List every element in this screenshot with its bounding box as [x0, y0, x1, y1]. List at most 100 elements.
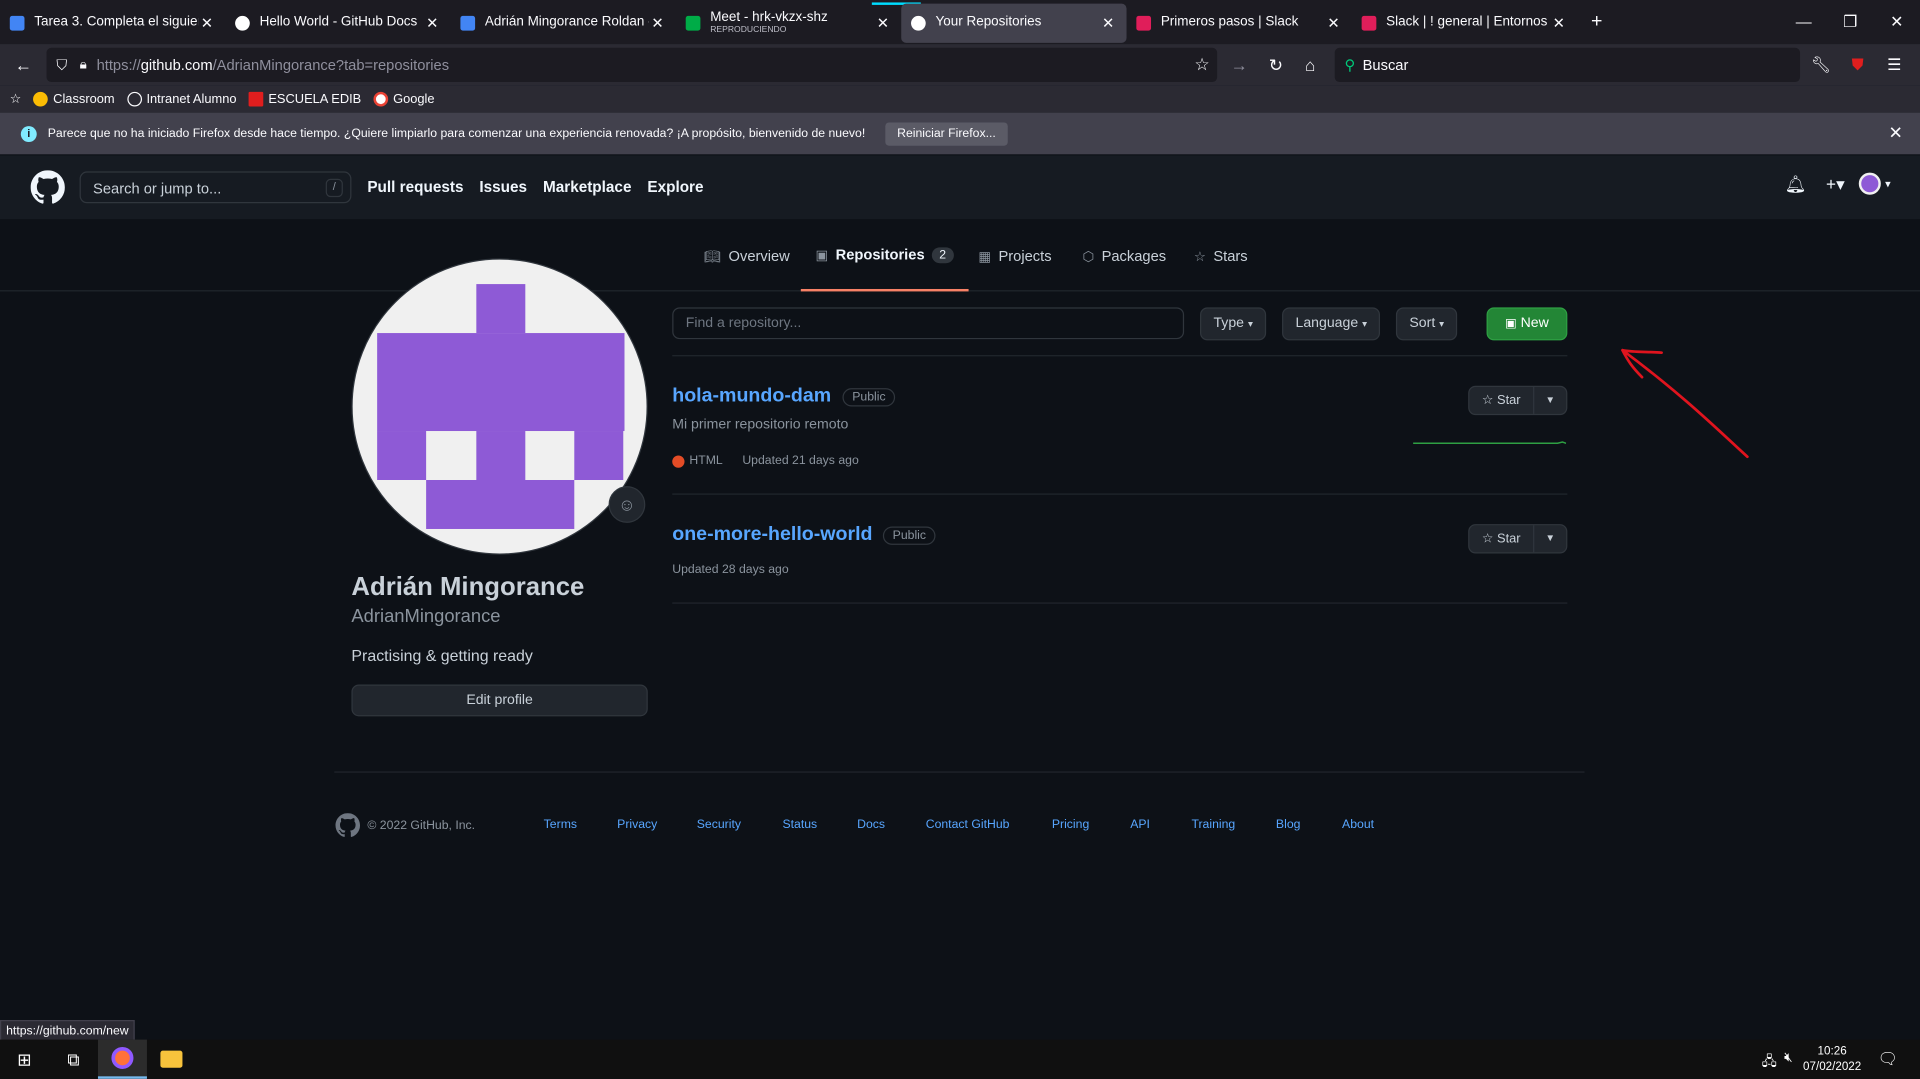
- new-repository-button[interactable]: ▣ New: [1486, 307, 1568, 341]
- footer-link-docs[interactable]: Docs: [857, 818, 885, 831]
- tab-repositories[interactable]: ▣ Repositories 2: [800, 220, 969, 292]
- browser-tab[interactable]: Slack | ! general | Entornos de de ✕: [1352, 3, 1577, 42]
- nav-explore[interactable]: Explore: [647, 179, 703, 196]
- github-logo-icon[interactable]: [30, 170, 65, 204]
- browser-tab-active[interactable]: Your Repositories ✕: [901, 3, 1127, 43]
- repo-language: HTML: [689, 454, 723, 468]
- clock[interactable]: 10:26 07/02/2022: [1803, 1043, 1861, 1075]
- windows-start-icon[interactable]: ⊞: [0, 1040, 49, 1079]
- nav-issues[interactable]: Issues: [479, 179, 527, 196]
- repo-updated: Updated 21 days ago: [742, 454, 859, 468]
- footer-link-blog[interactable]: Blog: [1276, 818, 1301, 831]
- tab-label: Stars: [1213, 247, 1248, 265]
- window-controls: — ❐ ✕: [1780, 0, 1920, 44]
- tab-stars[interactable]: ☆ Stars: [1194, 220, 1248, 291]
- address-bar[interactable]: ⛉ 🔒︎ https://github.com/AdrianMingorance…: [46, 47, 1218, 83]
- close-tab-icon[interactable]: ✕: [1100, 14, 1117, 31]
- footer-link-pricing[interactable]: Pricing: [1052, 818, 1089, 831]
- file-explorer-icon[interactable]: [147, 1040, 196, 1079]
- sort-filter-button[interactable]: Sort ▾: [1395, 307, 1458, 341]
- footer-link-training[interactable]: Training: [1191, 818, 1235, 831]
- bookmark-item[interactable]: ESCUELA EDIB: [248, 91, 361, 107]
- forward-icon[interactable]: →: [1222, 55, 1256, 75]
- bell-icon[interactable]: 🔔︎: [1785, 173, 1807, 194]
- type-filter-button[interactable]: Type ▾: [1200, 307, 1267, 341]
- nav-pull-requests[interactable]: Pull requests: [367, 179, 463, 196]
- info-icon: i: [20, 125, 37, 142]
- menu-icon[interactable]: ☰: [1876, 55, 1913, 75]
- volume-muted-icon[interactable]: 🔇︎: [1784, 1051, 1792, 1074]
- refresh-firefox-button[interactable]: Reiniciar Firefox...: [884, 121, 1009, 146]
- star-list-dropdown-icon[interactable]: ▼: [1534, 525, 1566, 552]
- home-icon[interactable]: ⌂: [1293, 55, 1327, 75]
- tab-overview[interactable]: 📖︎ Overview: [704, 220, 790, 291]
- restore-icon[interactable]: ❐: [1827, 0, 1874, 44]
- bookmark-item[interactable]: Intranet Alumno: [126, 91, 237, 107]
- smiley-icon[interactable]: ☺: [608, 486, 646, 523]
- avatar-menu[interactable]: ▾: [1859, 172, 1891, 195]
- lock-icon[interactable]: 🔒︎: [80, 57, 87, 73]
- url-text[interactable]: https://github.com/AdrianMingorance?tab=…: [97, 56, 449, 73]
- close-tab-icon[interactable]: ✕: [424, 14, 441, 31]
- star-label[interactable]: ☆ Star: [1469, 386, 1535, 414]
- close-tab-icon[interactable]: ✕: [1550, 14, 1567, 31]
- find-repository-input[interactable]: Find a repository...: [672, 307, 1185, 340]
- plus-dropdown-icon[interactable]: +▾: [1826, 173, 1845, 194]
- edit-profile-button[interactable]: Edit profile: [351, 684, 648, 717]
- action-center-icon[interactable]: 🗨︎: [1878, 1049, 1898, 1069]
- browser-tab[interactable]: Hello World - GitHub Docs ✕: [225, 3, 450, 42]
- footer-link-contact[interactable]: Contact GitHub: [926, 818, 1010, 831]
- repo-name-link[interactable]: hola-mundo-dam: [672, 386, 831, 408]
- star-list-dropdown-icon[interactable]: ▼: [1534, 387, 1566, 414]
- clock-time: 10:26: [1817, 1044, 1847, 1058]
- minimize-icon[interactable]: —: [1780, 0, 1827, 44]
- network-icon[interactable]: 🖧︎: [1762, 1051, 1777, 1074]
- ublock-icon[interactable]: ⛊: [1839, 55, 1876, 75]
- close-notification-icon[interactable]: ✕: [1889, 122, 1903, 143]
- tab-title-block: Meet - hrk-vkzx-shz REPRODUCIENDO: [710, 10, 874, 36]
- star-text: Star: [1496, 393, 1521, 408]
- task-view-icon[interactable]: ⧉: [49, 1040, 98, 1079]
- close-tab-icon[interactable]: ✕: [198, 14, 215, 31]
- github-mark-icon[interactable]: [335, 813, 361, 837]
- header-right: 🔔︎ +▾ ▾: [1785, 172, 1891, 195]
- profile-avatar[interactable]: [351, 258, 648, 555]
- language-filter-button[interactable]: Language ▾: [1282, 307, 1381, 341]
- divider: [672, 493, 1568, 495]
- search-box[interactable]: ⚲ Buscar: [1334, 47, 1801, 83]
- bookmarks-star-icon[interactable]: ☆: [10, 92, 22, 107]
- close-tab-icon[interactable]: ✕: [874, 14, 891, 31]
- bookmark-item[interactable]: Classroom: [33, 91, 115, 107]
- repo-name-link[interactable]: one-more-hello-world: [672, 524, 872, 546]
- shield-icon[interactable]: ⛉: [56, 56, 67, 74]
- tab-title: Tarea 3. Completa el siguiente e: [34, 14, 198, 30]
- bookmark-item[interactable]: Google: [373, 91, 435, 107]
- wrench-icon[interactable]: 🔧︎: [1802, 55, 1839, 75]
- close-tab-icon[interactable]: ✕: [649, 14, 666, 31]
- bookmark-star-icon[interactable]: ☆: [1194, 54, 1209, 75]
- back-icon[interactable]: ←: [6, 55, 40, 75]
- browser-tab[interactable]: Tarea 3. Completa el siguiente e ✕: [0, 3, 225, 42]
- footer-link-about[interactable]: About: [1342, 818, 1374, 831]
- star-label[interactable]: ☆ Star: [1469, 525, 1535, 553]
- reload-icon[interactable]: ↻: [1259, 54, 1293, 75]
- footer-link-status[interactable]: Status: [782, 818, 817, 831]
- browser-tab[interactable]: Meet - hrk-vkzx-shz REPRODUCIENDO ✕: [676, 1, 921, 42]
- footer-link-api[interactable]: API: [1130, 818, 1150, 831]
- new-tab-icon[interactable]: +: [1582, 11, 1611, 33]
- firefox-icon[interactable]: [97, 1039, 147, 1079]
- nav-marketplace[interactable]: Marketplace: [543, 179, 631, 196]
- footer-link-security[interactable]: Security: [697, 818, 741, 831]
- browser-tab[interactable]: Primeros pasos | Slack ✕: [1127, 3, 1352, 42]
- close-window-icon[interactable]: ✕: [1873, 0, 1920, 44]
- tab-title: Primeros pasos | Slack: [1160, 14, 1299, 30]
- footer-link-privacy[interactable]: Privacy: [617, 818, 657, 831]
- tab-projects[interactable]: ▦ Projects: [978, 220, 1051, 291]
- star-button[interactable]: ☆ Star ▼: [1468, 524, 1568, 554]
- footer-link-terms[interactable]: Terms: [544, 818, 577, 831]
- github-search-input[interactable]: Search or jump to... /: [79, 171, 352, 204]
- star-button[interactable]: ☆ Star ▼: [1468, 385, 1568, 416]
- close-tab-icon[interactable]: ✕: [1325, 14, 1342, 31]
- tab-packages[interactable]: ⬡ Packages: [1082, 220, 1166, 291]
- browser-tab[interactable]: Adrián Mingorance Roldan - Ta ✕: [451, 3, 676, 42]
